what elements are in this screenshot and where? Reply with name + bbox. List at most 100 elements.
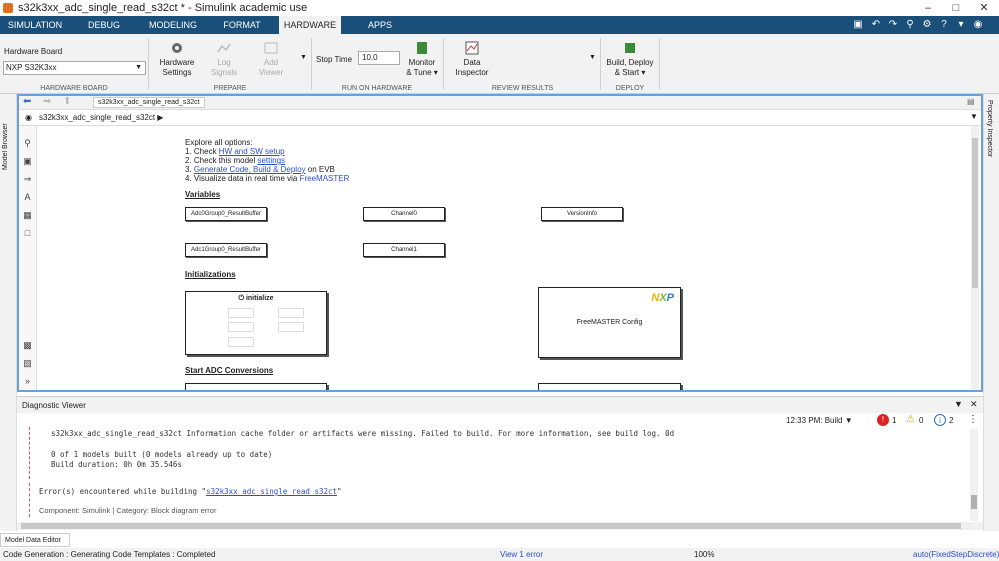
build-deploy-start-button[interactable]: Build, Deploy & Start ▾ (603, 40, 657, 78)
info-icon[interactable]: i (934, 414, 946, 426)
hardware-board-value: NXP S32K3xx (6, 63, 57, 72)
adc0-buffer-block[interactable]: Adc0Group0_ResultBuffer (185, 207, 267, 221)
data-inspector-button[interactable]: Data Inspector (450, 40, 494, 78)
arrow-icon[interactable]: ⇒ (22, 174, 33, 185)
forward-icon[interactable]: ➡ (43, 96, 51, 107)
fit-view-icon[interactable]: ▣ (22, 156, 33, 167)
model-link[interactable]: s32k3xx_adc_single_read_s32ct (206, 487, 337, 496)
channel0-block[interactable]: Channel0 (363, 207, 445, 221)
channel1-block[interactable]: Channel1 (363, 243, 445, 257)
diagnostic-hscroll[interactable] (17, 522, 983, 530)
info-marker (29, 427, 31, 479)
start-adc-block[interactable] (185, 383, 327, 390)
scroll-thumb[interactable] (972, 138, 978, 288)
review-expand-icon[interactable]: ▼ (589, 54, 596, 61)
group-prepare: PREPARE (213, 85, 247, 92)
undo-icon[interactable]: ↶ (869, 18, 883, 32)
viewer-icon (264, 42, 278, 54)
minimize-icon[interactable]: – (914, 0, 942, 16)
subsystem-preview (228, 322, 254, 332)
subsystem-preview (228, 308, 254, 318)
prepare-expand-icon[interactable]: ▼ (300, 54, 307, 61)
dropdown-icon[interactable]: ▾ (954, 18, 968, 32)
generate-code-link[interactable]: Generate Code, Build & Deploy (194, 165, 306, 174)
settings-link[interactable]: settings (257, 156, 285, 165)
nxp-logo: NXP (651, 292, 674, 304)
breadcrumb[interactable]: s32k3xx_adc_single_read_s32ct ▶ (39, 113, 163, 122)
warning-icon[interactable]: ⚠ (906, 414, 915, 425)
version-info-block[interactable]: VersionInfo (541, 207, 623, 221)
group-run-on-hardware: RUN ON HARDWARE (341, 85, 413, 92)
hardware-board-select[interactable]: NXP S32K3xx ▼ (3, 61, 146, 75)
diagram-canvas[interactable]: Explore all options: 1. Check HW and SW … (38, 126, 971, 390)
tab-format[interactable]: FORMAT (212, 16, 272, 34)
hardware-settings-button[interactable]: Hardware Settings (154, 40, 200, 78)
model-tab[interactable]: s32k3xx_adc_single_read_s32ct (93, 97, 205, 108)
build-icon (625, 43, 635, 53)
model-data-editor-tab[interactable]: Model Data Editor (0, 533, 70, 547)
tab-modeling[interactable]: MODELING (143, 16, 203, 34)
save-icon[interactable]: ▣ (851, 18, 865, 32)
search-icon[interactable]: ⚲ (903, 18, 917, 32)
tab-simulation[interactable]: SIMULATION (4, 16, 66, 34)
add-viewer-button[interactable]: Add Viewer (251, 40, 291, 78)
annotation-icon[interactable]: A (22, 192, 33, 203)
area-icon[interactable]: □ (22, 228, 33, 239)
freemaster-config-block[interactable]: NXP FreeMASTER Config (538, 287, 681, 358)
adc1-buffer-block[interactable]: Adc1Group0_ResultBuffer (185, 243, 267, 257)
diagnostic-vscroll[interactable] (970, 429, 978, 521)
canvas-scrollbar[interactable] (971, 126, 979, 390)
panel-close-icon[interactable]: ✕ (970, 399, 978, 410)
collapse-icon[interactable]: ▤ (967, 97, 975, 106)
divider (148, 38, 149, 90)
freemaster-link[interactable]: FreeMASTER (300, 174, 350, 183)
tab-debug[interactable]: DEBUG (74, 16, 134, 34)
expand-icon[interactable]: » (22, 376, 33, 387)
error-icon[interactable]: ! (877, 414, 889, 426)
monitor-tune-button[interactable]: Monitor & Tune ▾ (402, 40, 442, 78)
adc-block-2[interactable] (538, 383, 681, 390)
error-count: 1 (892, 416, 897, 425)
tab-apps[interactable]: APPS (350, 16, 410, 34)
hide-explorer-icon[interactable]: ◉ (25, 113, 32, 122)
monitor-tune-icon (417, 42, 427, 54)
scroll-thumb[interactable] (971, 495, 977, 509)
step-2: 2. Check this model settings (185, 156, 286, 165)
diag-component: Component: Simulink | Category: Block di… (39, 506, 217, 515)
initialize-block[interactable]: ⏻ initialize (185, 291, 327, 355)
build-time-select[interactable]: 12:33 PM: Build ▼ (786, 416, 853, 425)
image-icon[interactable]: ▦ (22, 210, 33, 221)
more-options-icon[interactable]: ⋮ (968, 414, 978, 425)
model-editor: ⬅ ➡ ⬆ s32k3xx_adc_single_read_s32ct ▤ ◉ … (17, 94, 983, 392)
property-icon[interactable]: ▧ (22, 358, 33, 369)
help-icon[interactable]: ? (937, 18, 951, 32)
hw-sw-setup-link[interactable]: HW and SW setup (219, 147, 285, 156)
address-bar: ◉ s32k3xx_adc_single_read_s32ct ▶ ▼ (19, 110, 981, 126)
settings-icon[interactable]: ⚙ (920, 18, 934, 32)
subsystem-preview (278, 308, 304, 318)
start-adc-heading: Start ADC Conversions (185, 366, 274, 375)
signal-icon (217, 43, 231, 53)
step-3: 3. Generate Code, Build & Deploy on EVB (185, 165, 335, 174)
stop-time-input[interactable]: 10.0 (358, 51, 400, 65)
close-icon[interactable]: ✕ (970, 0, 998, 16)
breadcrumb-dropdown-icon[interactable]: ▼ (970, 112, 978, 121)
redo-icon[interactable]: ↷ (886, 18, 900, 32)
scroll-thumb[interactable] (21, 523, 961, 529)
diagnostic-toolbar: 12:33 PM: Build ▼ ! 1 ⚠ 0 i 2 ⋮ (17, 413, 983, 429)
zoom-icon[interactable]: ⚲ (22, 138, 33, 149)
tab-hardware[interactable]: HARDWARE (279, 16, 341, 34)
log-signals-button[interactable]: Log Signals (204, 40, 244, 78)
options-icon[interactable]: ◉ (971, 18, 985, 32)
solver-link[interactable]: auto(FixedStepDiscrete) (913, 548, 999, 561)
model-browser-tab[interactable]: Model Browser (2, 100, 14, 170)
maximize-icon[interactable]: □ (942, 0, 970, 16)
back-icon[interactable]: ⬅ (23, 96, 31, 107)
panel-menu-icon[interactable]: ▼ (954, 399, 963, 409)
property-inspector-tab[interactable]: Property Inspector (986, 100, 993, 157)
variables-heading: Variables (185, 190, 221, 199)
camera-icon[interactable]: ▩ (22, 340, 33, 351)
up-icon[interactable]: ⬆ (63, 96, 71, 107)
editor-nav-bar: ⬅ ➡ ⬆ s32k3xx_adc_single_read_s32ct ▤ (19, 96, 981, 110)
view-errors-link[interactable]: View 1 error (500, 548, 543, 561)
